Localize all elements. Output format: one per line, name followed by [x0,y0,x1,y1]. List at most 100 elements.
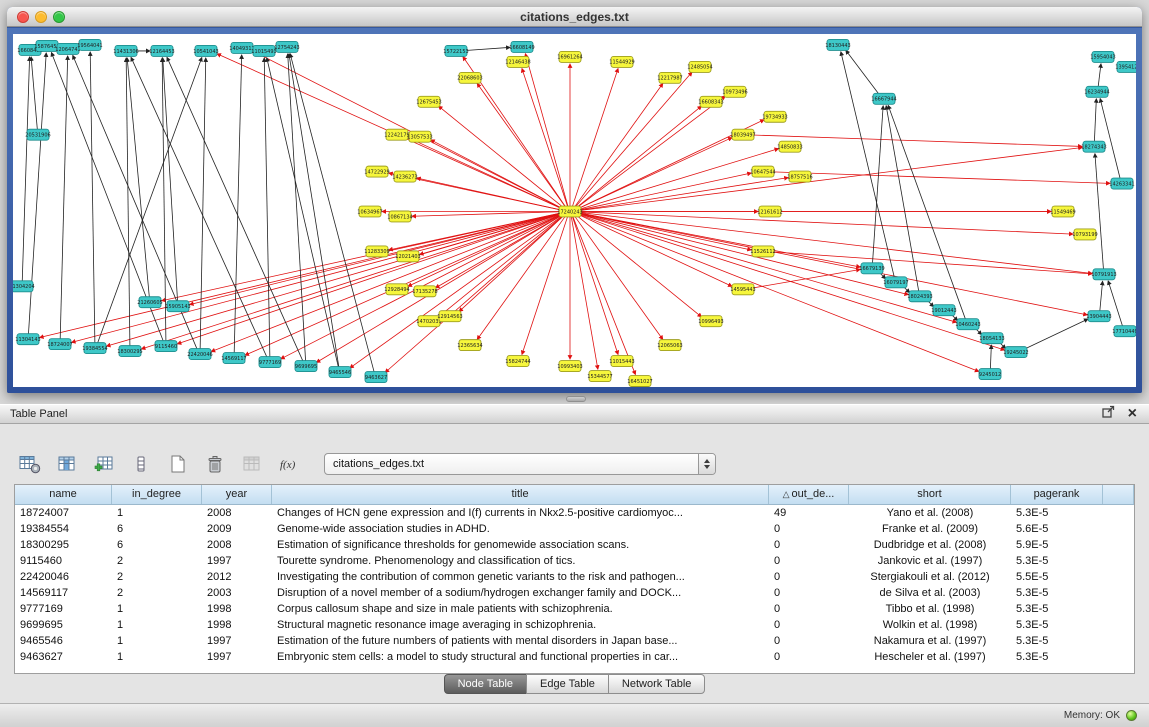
graph-edge[interactable] [264,58,270,358]
graph-node[interactable]: 15722153 [443,45,468,56]
graph-edge[interactable] [1100,99,1120,180]
graph-node[interactable]: 19012443 [931,305,956,316]
graph-node[interactable]: 20531906 [25,129,50,140]
table-row[interactable]: 1830029562008Estimation of significance … [15,537,1134,553]
graph-node[interactable]: 18757516 [787,171,812,182]
graph-node[interactable]: 9465546 [329,367,351,378]
table-row[interactable]: 1456911722003Disruption of a novel membe… [15,585,1134,601]
close-window-button[interactable] [17,11,29,23]
graph-edge[interactable] [234,55,242,354]
graph-node[interactable]: 12164453 [149,45,174,56]
graph-node[interactable]: 12146438 [505,56,530,67]
graph-node[interactable]: 10996493 [698,316,723,327]
graph-edge[interactable] [438,214,565,317]
table-row[interactable]: 977716911998Corpus callosum shape and si… [15,601,1134,617]
graph-edge[interactable] [127,58,149,298]
single-column-icon[interactable] [127,451,155,477]
graph-node[interactable]: 16234944 [1084,86,1109,97]
graph-node[interactable]: 11549469 [1050,206,1075,217]
zoom-window-button[interactable] [53,11,65,23]
graph-edge[interactable] [575,96,725,209]
graph-edge[interactable] [525,54,568,208]
table-row[interactable]: 946554611997Estimation of the future num… [15,633,1134,649]
graph-edge[interactable] [1108,281,1123,328]
graph-node[interactable]: 12217987 [657,72,682,83]
graph-node[interactable]: 17240243 [557,206,582,217]
tab-network-table[interactable]: Network Table [608,674,706,694]
graph-node[interactable]: 11283309 [364,246,389,257]
graph-edge[interactable] [769,172,1110,184]
graph-edge[interactable] [60,56,68,340]
graph-edge[interactable] [522,69,568,208]
graph-node[interactable]: 18300295 [117,346,142,357]
graph-edge[interactable] [769,252,1092,274]
graph-edge[interactable] [131,57,267,358]
table-selector-dropdown[interactable]: citations_edges.txt [324,453,716,475]
graph-node[interactable]: 12914563 [437,311,462,322]
graph-node[interactable]: 14595443 [730,284,755,295]
graph-node[interactable]: 9245012 [979,369,1001,380]
graph-edge[interactable] [190,212,565,304]
graph-edge[interactable] [990,345,991,370]
graph-edge[interactable] [572,215,635,374]
splitter-handle[interactable] [566,396,586,402]
column-header-short[interactable]: short [849,485,1011,504]
column-header-title[interactable]: title [272,485,769,504]
delete-table-icon[interactable] [201,451,229,477]
graph-node[interactable]: 9463627 [365,372,387,383]
graph-node[interactable]: 12021403 [395,251,420,262]
graph-edge[interactable] [575,214,702,317]
network-canvas[interactable]: 1724024311544929122179871660834318039497… [13,34,1136,387]
graph-edge[interactable] [90,52,95,344]
table-row[interactable]: 1872400712008Changes of HCN gene express… [15,505,1134,521]
graph-edge[interactable] [872,106,883,265]
graph-node[interactable]: 11015493 [251,45,276,56]
tab-node-table[interactable]: Node Table [444,674,527,694]
table-row[interactable]: 911546021997Tourette syndrome. Phenomeno… [15,553,1134,569]
graph-node[interactable]: 11431306 [113,45,138,56]
table-row[interactable]: 946362711997Embryonic stem cells: a mode… [15,649,1134,665]
graph-edge[interactable] [267,58,339,368]
graph-node[interactable]: 12242179 [384,129,409,140]
graph-edge[interactable] [1094,99,1096,143]
graph-node[interactable]: 19245022 [1003,347,1028,358]
graph-node[interactable]: 16608149 [509,41,534,52]
graph-node[interactable]: 13057533 [407,131,432,142]
graph-edge[interactable] [417,178,564,211]
function-builder-icon[interactable]: f(x) [275,451,303,477]
graph-node[interactable]: 19384554 [82,343,107,354]
graph-node[interactable]: 12065063 [657,340,682,351]
table-row[interactable]: 969969511998Structural magnetic resonanc… [15,617,1134,633]
graph-node[interactable]: 14236273 [392,171,417,182]
graph-node[interactable]: 14263341 [1109,178,1134,189]
graph-node[interactable]: 22068603 [457,72,482,83]
graph-node[interactable]: 16961264 [557,51,582,62]
new-table-icon[interactable] [164,451,192,477]
graph-node[interactable]: 16679139 [859,263,884,274]
graph-node[interactable]: 18024393 [907,291,932,302]
graph-node[interactable]: 10973496 [722,86,747,97]
graph-node[interactable]: 16079197 [883,277,908,288]
graph-edge[interactable] [571,215,598,369]
show-columns-icon[interactable] [53,451,81,477]
graph-edge[interactable] [1095,154,1104,271]
graph-edge[interactable] [253,51,565,210]
graph-edge[interactable] [574,72,692,208]
graph-node[interactable]: 12675453 [416,96,441,107]
graph-node[interactable]: 11304143 [15,334,40,345]
graph-edge[interactable] [572,69,618,208]
tab-edge-table[interactable]: Edge Table [526,674,609,694]
graph-edge[interactable] [846,50,880,95]
graph-edge[interactable] [141,213,564,349]
graph-node[interactable]: 15824744 [505,356,530,367]
graph-edge[interactable] [436,213,565,287]
graph-edge[interactable] [572,215,618,354]
graph-edge[interactable] [522,215,568,354]
graph-node[interactable]: 18724007 [47,339,72,350]
graph-node[interactable]: 19564041 [77,39,102,50]
table-row[interactable]: 2242004622012Investigating the contribut… [15,569,1134,585]
float-panel-icon[interactable] [1102,405,1115,423]
graph-edge[interactable] [462,47,510,50]
graph-node[interactable]: 10867134 [387,211,412,222]
graph-edge[interactable] [107,213,565,347]
